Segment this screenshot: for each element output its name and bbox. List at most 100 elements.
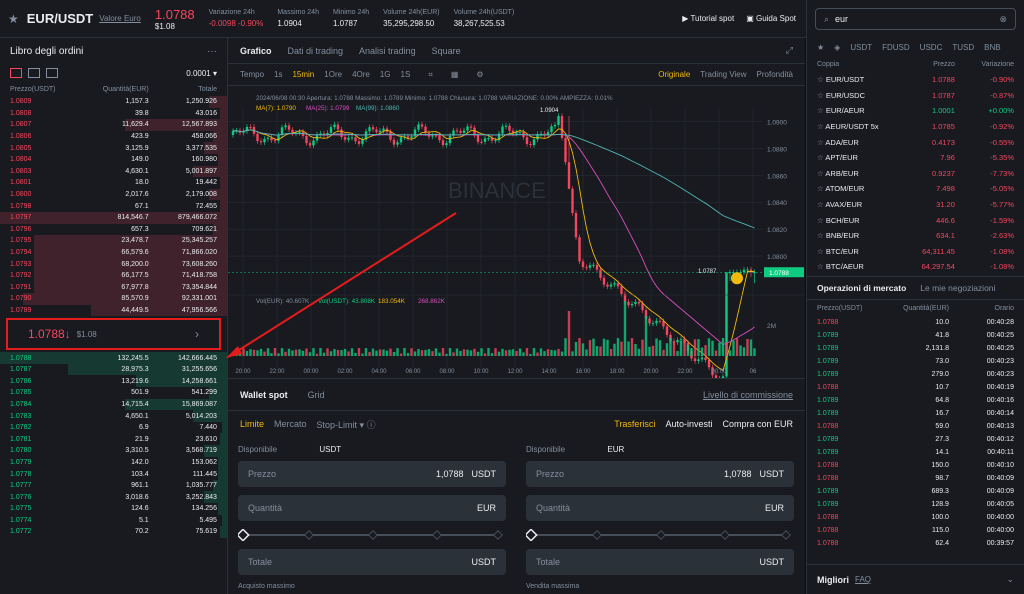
order-book-row[interactable]: 1.0779 142.0 153.062 <box>0 456 227 469</box>
order-book-row[interactable]: 1.0788 132,245.5 142,666.445 <box>0 352 227 364</box>
order-book-row[interactable]: 1.0803 4,630.1 5,001.897 <box>0 165 227 178</box>
order-type-market[interactable]: Mercato <box>274 419 307 429</box>
book-asks-icon[interactable] <box>46 68 58 78</box>
order-type-stop-limit[interactable]: Stop-Limit ▾ ⓘ <box>317 418 376 431</box>
interval-option[interactable]: 1s <box>274 70 282 79</box>
order-book-row[interactable]: 1.0772 70.2 75.619 <box>0 526 227 538</box>
chart-view-option[interactable]: Profondità <box>757 70 793 79</box>
order-book-row[interactable]: 1.0795 23,478.7 25,345.257 <box>0 235 227 247</box>
chart-tab[interactable]: Square <box>432 46 461 56</box>
order-book-row[interactable]: 1.0800 2,017.6 2,179.008 <box>0 188 227 201</box>
market-row[interactable]: ☆ BCH/EUR 446.6 -1.59% <box>807 212 1024 228</box>
order-book-row[interactable]: 1.0785 501.9 541.299 <box>0 387 227 399</box>
search-input[interactable]: ⌕ eur ⊗ <box>815 8 1016 30</box>
market-row[interactable]: ☆ BNB/EUR 634.1 -2.63% <box>807 228 1024 244</box>
tab-grid[interactable]: Grid <box>308 390 325 400</box>
chart-view-option[interactable]: Trading View <box>700 70 746 79</box>
buy-slider[interactable] <box>236 528 506 542</box>
indicator-icon[interactable]: ⌗ <box>428 70 433 80</box>
quote-tab[interactable]: USDC <box>920 43 943 52</box>
pair-subtitle-link[interactable]: Valore Euro <box>99 14 141 23</box>
more-options-icon[interactable]: ··· <box>207 46 217 57</box>
expand-icon[interactable]: ⌄ <box>1006 574 1014 585</box>
guide-spot-link[interactable]: ▣ Guida Spot <box>746 14 796 23</box>
order-book-row[interactable]: 1.0784 14,715.4 15,869.087 <box>0 398 227 411</box>
order-type-limit[interactable]: Limite <box>240 419 264 429</box>
book-both-icon[interactable] <box>10 68 22 78</box>
order-book-row[interactable]: 1.0793 68,200.0 73,608.260 <box>0 258 227 270</box>
order-book-row[interactable]: 1.0805 3,125.9 3,377.535 <box>0 142 227 154</box>
margin-icon[interactable]: ◈ <box>834 43 840 52</box>
order-book-row[interactable]: 1.0774 5.1 5.495 <box>0 514 227 527</box>
market-row[interactable]: ☆ BTC/EUR 64,311.45 -1.08% <box>807 244 1024 260</box>
candlestick-chart[interactable]: 1.0900 1.0880 1.0860 1.0840 1.0820 1.0800 BINA… <box>228 88 805 378</box>
order-book-row[interactable]: 1.0796 657.3 709.621 <box>0 223 227 236</box>
chart-tab[interactable]: Analisi trading <box>359 46 416 56</box>
order-book-row[interactable]: 1.0775 124.6 134.256 <box>0 503 227 515</box>
order-book-row[interactable]: 1.0778 103.4 111.445 <box>0 468 227 480</box>
live-marker-icon[interactable] <box>731 272 743 285</box>
interval-option[interactable]: 15min <box>292 70 314 79</box>
mid-price-box[interactable]: 1.0788 ↓ $1.08 › <box>6 318 221 351</box>
interval-option[interactable]: 1S <box>401 70 411 79</box>
order-book-row[interactable]: 1.0792 66,177.5 71,418.758 <box>0 269 227 282</box>
transfer-link[interactable]: Trasferisci <box>614 419 655 429</box>
market-row[interactable]: ☆ EUR/USDC 1.0787 -0.87% <box>807 88 1024 104</box>
interval-option[interactable]: Tempo <box>240 70 264 79</box>
chevron-right-icon[interactable]: › <box>195 327 199 341</box>
market-row[interactable]: ☆ BTC/AEUR 64,297.54 -1.08% <box>807 259 1024 275</box>
commission-link[interactable]: Livello di commissione <box>703 390 793 400</box>
market-row[interactable]: ☆ EUR/AEUR 1.0001 +0.00% <box>807 103 1024 119</box>
sell-price-field[interactable]: Prezzo 1,0788 USDT <box>526 461 794 487</box>
market-row[interactable]: ☆ ADA/EUR 0.4173 -0.55% <box>807 134 1024 150</box>
order-book-row[interactable]: 1.0806 423.9 458.066 <box>0 130 227 143</box>
order-book-row[interactable]: 1.0776 3,018.6 3,252.843 <box>0 491 227 503</box>
settings-gear-icon[interactable]: ⚙ <box>476 70 483 79</box>
order-book-row[interactable]: 1.0807 11,629.4 12,567.893 <box>0 119 227 131</box>
order-book-row[interactable]: 1.0782 6.9 7.440 <box>0 421 227 434</box>
grid-layout-icon[interactable]: ▦ <box>451 70 459 79</box>
clear-icon[interactable]: ⊗ <box>999 14 1007 25</box>
market-row[interactable]: ☆ AVAX/EUR 31.20 -5.77% <box>807 197 1024 213</box>
sell-qty-field[interactable]: Quantità EUR <box>526 495 794 521</box>
quote-tab[interactable]: USDT <box>850 43 872 52</box>
precision-select[interactable]: 0.0001 ▾ <box>186 69 217 78</box>
order-book-row[interactable]: 1.0789 44,449.5 47,956.566 <box>0 304 227 317</box>
chart-tab[interactable]: Dati di trading <box>288 46 344 56</box>
order-book-row[interactable]: 1.0801 18.0 19.442 <box>0 177 227 189</box>
order-book-row[interactable]: 1.0787 28,975.3 31,255.656 <box>0 363 227 376</box>
quote-tab[interactable]: BNB <box>984 43 1000 52</box>
chart-tab[interactable]: Grafico <box>240 46 272 56</box>
order-book-row[interactable]: 1.0808 39.8 43.016 <box>0 107 227 120</box>
tab-wallet-spot[interactable]: Wallet spot <box>240 390 288 400</box>
order-book-row[interactable]: 1.0794 66,579.6 71,866.020 <box>0 246 227 259</box>
buy-with-eur-link[interactable]: Compra con EUR <box>722 419 793 429</box>
order-book-row[interactable]: 1.0804 149.0 160.980 <box>0 153 227 166</box>
order-book-row[interactable]: 1.0777 961.1 1,035.777 <box>0 479 227 492</box>
buy-price-field[interactable]: Prezzo 1,0788 USDT <box>238 461 506 487</box>
buy-qty-field[interactable]: Quantità EUR <box>238 495 506 521</box>
market-row[interactable]: ☆ ARB/EUR 0.9237 -7.73% <box>807 166 1024 182</box>
order-book-row[interactable]: 1.0809 1,157.3 1,250.926 <box>0 96 227 108</box>
tab-my-trades[interactable]: Le mie negoziazioni <box>920 283 995 293</box>
sell-slider[interactable] <box>524 528 794 542</box>
interval-option[interactable]: 1G <box>380 70 391 79</box>
expand-icon[interactable]: ⤢ <box>786 45 793 56</box>
market-row[interactable]: ☆ APT/EUR 7.96 -5.35% <box>807 150 1024 166</box>
favorites-star-icon[interactable]: ★ <box>817 43 824 52</box>
order-book-row[interactable]: 1.0781 21.9 23.610 <box>0 433 227 446</box>
market-row[interactable]: ☆ AEUR/USDT 5x 1.0785 -0.92% <box>807 119 1024 135</box>
faq-link[interactable]: FAQ <box>855 575 871 584</box>
chart-view-option[interactable]: Originale <box>658 70 690 79</box>
order-book-row[interactable]: 1.0780 3,310.5 3,568.719 <box>0 445 227 457</box>
tab-market-trades[interactable]: Operazioni di mercato <box>817 283 906 293</box>
tutorial-spot-link[interactable]: ▶ Tutorial spot <box>682 14 734 23</box>
interval-option[interactable]: 1Ore <box>324 70 342 79</box>
order-book-row[interactable]: 1.0786 13,219.6 14,258.661 <box>0 375 227 388</box>
sell-total-field[interactable]: Totale USDT <box>526 549 794 575</box>
order-book-row[interactable]: 1.0783 4,650.1 5,014.203 <box>0 410 227 422</box>
book-bids-icon[interactable] <box>28 68 40 78</box>
auto-invest-link[interactable]: Auto-investi <box>665 419 712 429</box>
favorite-star-icon[interactable]: ★ <box>8 12 19 26</box>
order-book-row[interactable]: 1.0791 67,977.8 73,354.844 <box>0 281 227 294</box>
